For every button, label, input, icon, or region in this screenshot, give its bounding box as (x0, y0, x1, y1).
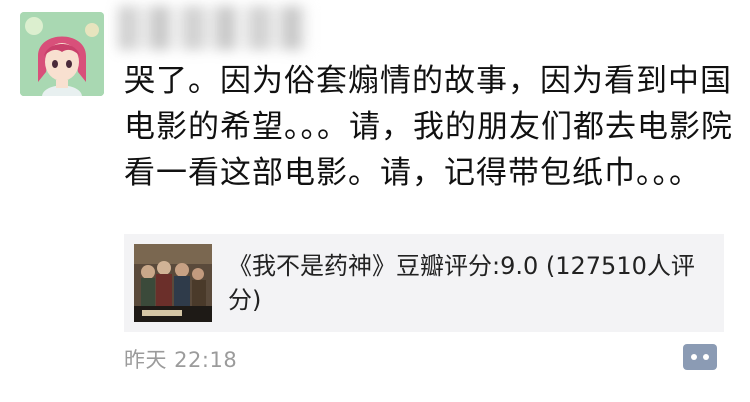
user-avatar[interactable] (20, 12, 104, 96)
post-timestamp: 昨天 22:18 (124, 348, 238, 372)
movie-poster-thumbnail (134, 244, 212, 322)
share-title: 《我不是药神》豆瓣评分:9.0 (127510人评分) (228, 252, 695, 314)
share-card[interactable]: 《我不是药神》豆瓣评分:9.0 (127510人评分) (124, 234, 724, 332)
nickname-redacted (118, 6, 308, 50)
post-text: 哭了。因为俗套煽情的故事，因为看到中国电影的希望。。。请，我的朋友们都去电影院看… (124, 63, 733, 191)
comment-button[interactable] (683, 344, 717, 370)
avatar-image (20, 12, 104, 96)
